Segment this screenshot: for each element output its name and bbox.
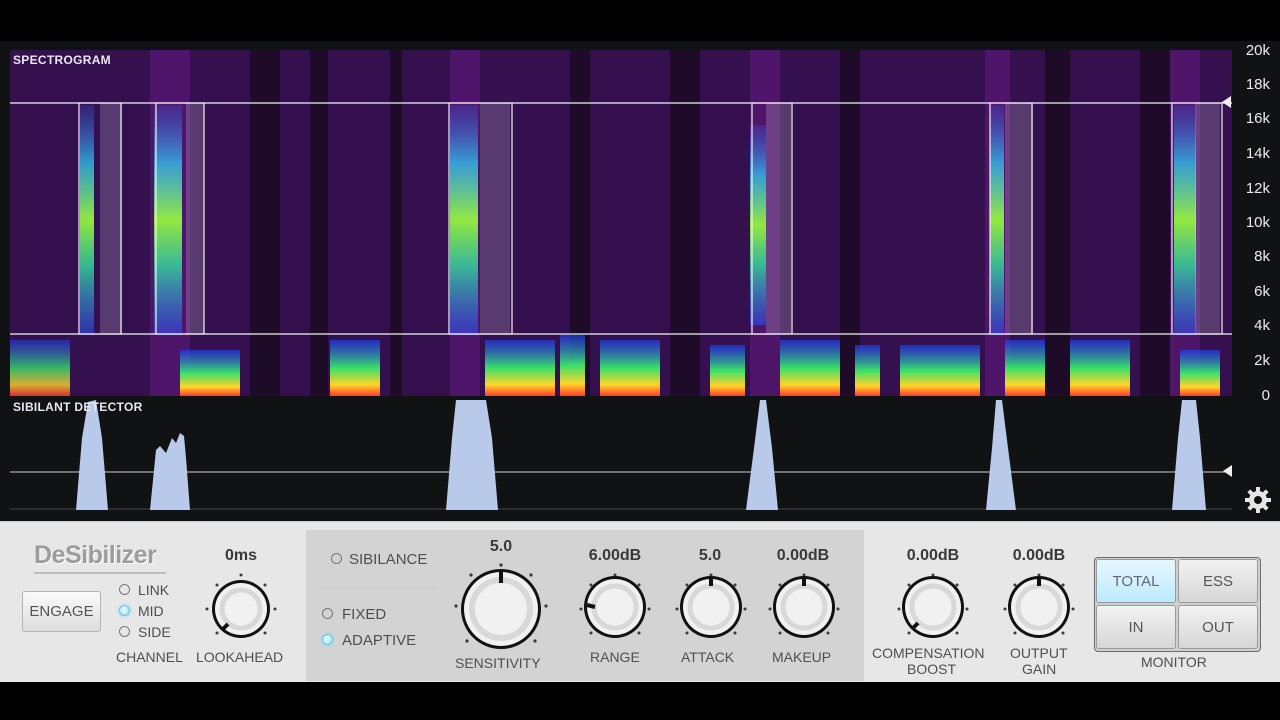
freq-tick: 20k	[1245, 42, 1270, 59]
freq-tick: 4k	[1254, 317, 1270, 334]
attack-value: 5.0	[698, 547, 722, 564]
makeup-value: 0.00dB	[776, 547, 830, 564]
freq-tick: 0	[1261, 387, 1270, 404]
freq-tick: 2k	[1254, 352, 1270, 369]
freq-tick: 8k	[1254, 248, 1270, 265]
engage-button[interactable]: ENGAGE	[22, 591, 101, 632]
spectrogram-graphic	[10, 50, 1232, 396]
lookahead-label: LOOKAHEAD	[196, 649, 284, 665]
frequency-axis: 20k 18k 16k 14k 12k 10k 8k 6k 4k 2k 0	[1236, 41, 1280, 406]
output-gain-label-1: OUTPUT	[1010, 645, 1068, 661]
attack-label: ATTACK	[681, 649, 735, 665]
channel-side-label[interactable]: SIDE	[138, 624, 171, 640]
sibilant-detector	[10, 398, 1232, 510]
adaptive-label[interactable]: ADAPTIVE	[342, 632, 416, 649]
logo-underline	[34, 572, 166, 574]
monitor-out-button[interactable]: OUT	[1178, 605, 1258, 649]
sibilance-led[interactable]	[331, 553, 342, 564]
lookahead-knob[interactable]	[203, 571, 279, 647]
compensation-value: 0.00dB	[906, 547, 960, 564]
monitor-label: MONITOR	[1141, 654, 1207, 670]
spectrogram-label: SPECTROGRAM	[13, 53, 111, 67]
adaptive-led[interactable]	[322, 634, 333, 645]
plugin-logo: DeSibilizer	[34, 541, 157, 569]
output-gain-value: 0.00dB	[1012, 547, 1066, 564]
makeup-knob[interactable]	[766, 571, 842, 647]
freq-tick: 16k	[1245, 110, 1270, 127]
gear-icon[interactable]	[1244, 486, 1272, 514]
mode-divider	[317, 587, 439, 588]
range-knob[interactable]	[577, 571, 653, 647]
monitor-in-button[interactable]: IN	[1096, 605, 1176, 649]
compensation-label-2: BOOST	[907, 661, 957, 677]
freq-tick: 12k	[1245, 180, 1270, 197]
range-value: 6.00dB	[588, 547, 642, 564]
sensitivity-value: 5.0	[489, 538, 513, 555]
sensitivity-knob[interactable]	[451, 561, 551, 661]
channel-label: CHANNEL	[116, 649, 183, 665]
mid-led[interactable]	[119, 605, 130, 616]
fixed-led[interactable]	[322, 608, 333, 619]
freq-tick: 6k	[1254, 283, 1270, 300]
side-led[interactable]	[119, 626, 130, 637]
sibilance-label[interactable]: SIBILANCE	[349, 551, 427, 568]
threshold-handle-icon[interactable]	[1220, 96, 1232, 110]
output-gain-knob[interactable]	[1001, 571, 1077, 647]
channel-mid-label[interactable]: MID	[138, 603, 164, 619]
freq-tick: 10k	[1245, 214, 1270, 231]
detector-label: SIBILANT DETECTOR	[13, 400, 143, 414]
monitor-group: TOTAL ESS IN OUT	[1094, 557, 1261, 652]
link-led[interactable]	[119, 584, 130, 595]
freq-tick: 14k	[1245, 145, 1270, 162]
sensitivity-label: SENSITIVITY	[455, 655, 541, 671]
spectrogram-display	[10, 50, 1232, 396]
output-gain-label-2: GAIN	[1022, 661, 1057, 677]
detector-threshold-handle-icon[interactable]	[1221, 465, 1233, 479]
monitor-ess-button[interactable]: ESS	[1178, 559, 1258, 603]
monitor-total-button[interactable]: TOTAL	[1096, 559, 1176, 603]
detector-graphic	[10, 400, 1232, 510]
compensation-label-1: COMPENSATION	[872, 645, 985, 661]
range-label: RANGE	[590, 649, 640, 665]
fixed-label[interactable]: FIXED	[342, 606, 386, 623]
lookahead-value: 0ms	[224, 547, 258, 564]
attack-knob[interactable]	[673, 571, 749, 647]
makeup-label: MAKEUP	[772, 649, 832, 665]
freq-tick: 18k	[1245, 76, 1270, 93]
channel-link-label[interactable]: LINK	[138, 582, 169, 598]
compensation-boost-knob[interactable]	[895, 571, 971, 647]
